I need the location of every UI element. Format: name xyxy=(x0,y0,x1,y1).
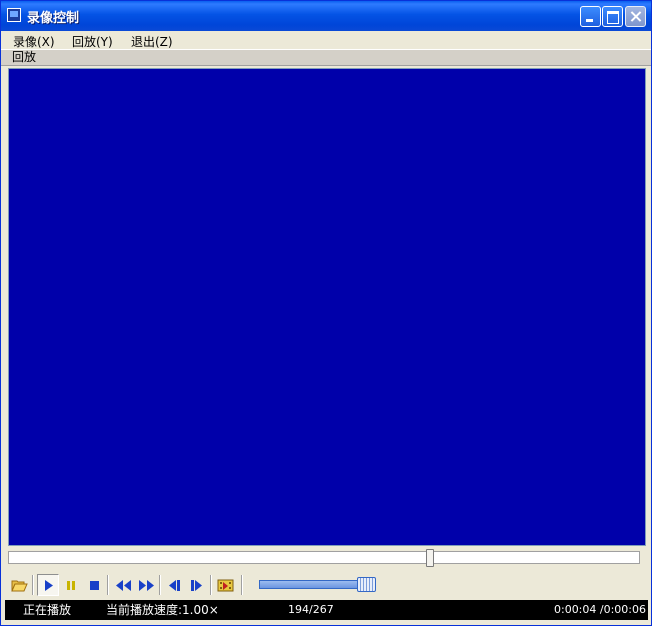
status-speed: 当前播放速度:1.00× xyxy=(106,603,219,617)
step-back-icon[interactable] xyxy=(163,574,185,596)
menu-exit[interactable]: 退出(Z) xyxy=(131,33,173,50)
toolbar-separator xyxy=(107,575,109,595)
seek-bar[interactable] xyxy=(8,549,640,567)
status-time: 0:00:04 /0:00:06 xyxy=(553,603,646,616)
close-button[interactable] xyxy=(625,6,646,27)
toolbar-separator xyxy=(210,575,212,595)
video-display[interactable] xyxy=(8,68,646,546)
minimize-button[interactable] xyxy=(580,6,601,27)
toolbar-separator xyxy=(32,575,34,595)
toolbar-separator xyxy=(241,575,243,595)
menu-bar: 录像(X) 回放(Y) 退出(Z) xyxy=(1,31,651,49)
status-bar: 正在播放 当前播放速度:1.00× 194/267 0:00:04 /0:00:… xyxy=(5,600,648,620)
toolbar-separator xyxy=(159,575,161,595)
step-forward-icon[interactable] xyxy=(186,574,208,596)
title-bar[interactable]: 录像控制 xyxy=(1,1,651,31)
status-state: 正在播放 xyxy=(23,603,72,617)
fast-forward-icon[interactable] xyxy=(135,574,157,596)
pause-icon[interactable] xyxy=(60,574,82,596)
status-frames: 194/267 xyxy=(288,603,334,616)
open-folder-icon[interactable] xyxy=(8,574,30,596)
volume-thumb[interactable] xyxy=(357,577,376,592)
stop-icon[interactable] xyxy=(83,574,105,596)
volume-fill xyxy=(260,581,358,588)
app-icon xyxy=(7,8,21,22)
maximize-button[interactable] xyxy=(602,6,623,27)
rewind-icon[interactable] xyxy=(112,574,134,596)
app-window: 录像控制 录像(X) 回放(Y) 退出(Z) 回放 正在播放 当前播放速度:1.… xyxy=(0,0,652,626)
section-label: 回放 xyxy=(1,49,651,66)
window-title: 录像控制 xyxy=(27,11,80,26)
menu-playback[interactable]: 回放(Y) xyxy=(72,33,113,50)
seek-thumb[interactable] xyxy=(426,549,434,567)
snapshot-film-icon[interactable] xyxy=(215,574,237,596)
menu-record[interactable]: 录像(X) xyxy=(13,33,55,50)
play-icon[interactable] xyxy=(37,574,59,596)
